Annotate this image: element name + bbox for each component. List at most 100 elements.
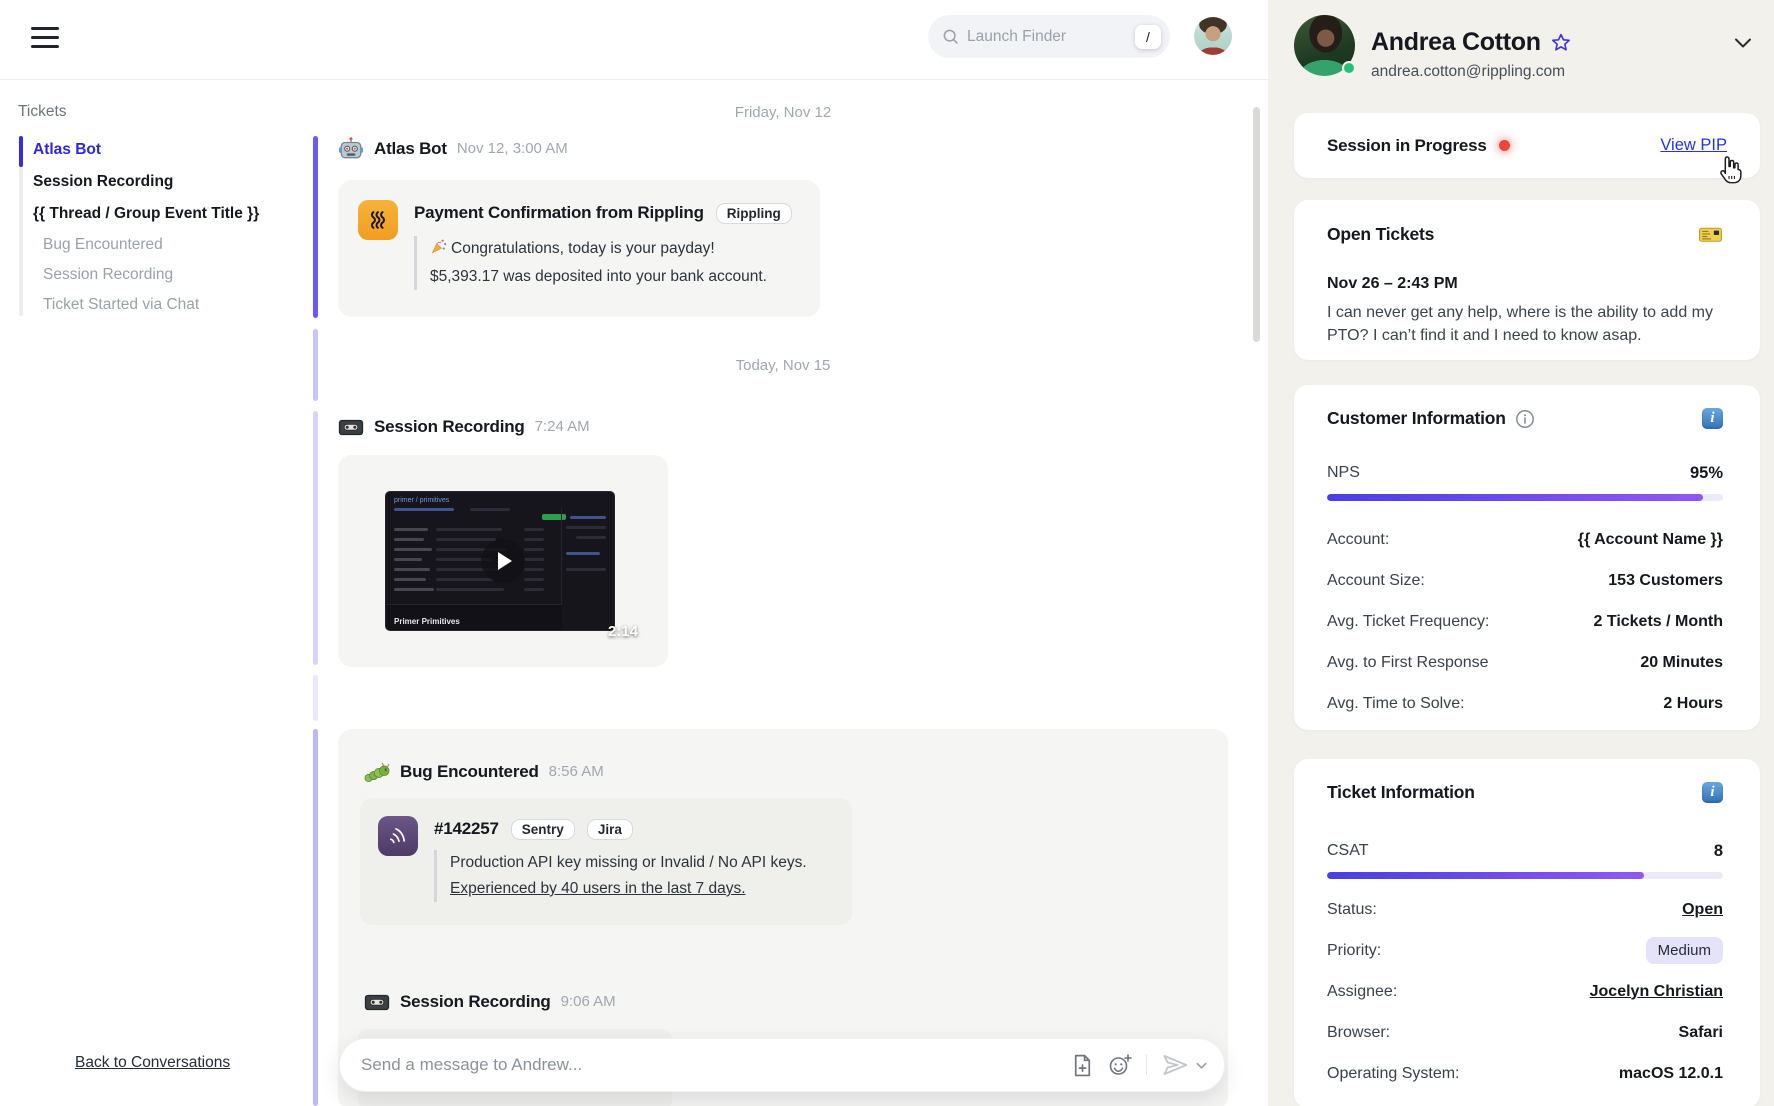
- video-thumbnail[interactable]: primer / primitives Primer Primitives: [358, 475, 648, 647]
- priority-badge: Medium: [1646, 937, 1723, 964]
- message-header: Session Recording 9:06 AM: [364, 988, 616, 1015]
- row-value: Safari: [1679, 1024, 1723, 1042]
- info-badge-icon: [1702, 782, 1723, 803]
- session-card: Session in Progress View PIP: [1294, 113, 1760, 178]
- session-title: Session in Progress: [1327, 136, 1487, 156]
- tickets-section-label: Tickets: [18, 103, 67, 121]
- row-label: Account:: [1327, 531, 1389, 549]
- chevron-down-icon[interactable]: [1195, 1059, 1208, 1072]
- row-label: Assignee:: [1327, 983, 1397, 1001]
- message-time: Nov 12, 3:00 AM: [457, 140, 568, 157]
- customer-information-card: Customer Information NPS 95% Account:{{ …: [1294, 385, 1760, 730]
- info-row: Avg. to First Response 20 Minutes: [1327, 642, 1723, 683]
- thread-line-segment: [313, 729, 318, 1106]
- row-value: macOS 12.0.1: [1619, 1065, 1723, 1083]
- message-sender: Session Recording: [400, 992, 551, 1012]
- customer-information-title: Customer Information: [1327, 408, 1506, 429]
- sidebar-active-indicator: [19, 136, 23, 167]
- view-pip-link[interactable]: View PIP: [1660, 136, 1727, 155]
- favorite-star-icon[interactable]: [1550, 32, 1572, 54]
- emoji-picker-icon[interactable]: [1107, 1052, 1133, 1078]
- sidebar-item-bug-encountered[interactable]: Bug Encountered: [33, 230, 283, 260]
- jira-badge: Jira: [587, 819, 633, 840]
- info-row: Priority:Medium: [1327, 930, 1723, 971]
- back-to-conversations-link[interactable]: Back to Conversations: [75, 1054, 230, 1072]
- sidebar-item-atlas-bot[interactable]: Atlas Bot: [33, 134, 283, 166]
- video-duration: 2:14: [608, 623, 638, 640]
- quote-line: $5,393.17 was deposited into your bank a…: [430, 264, 792, 290]
- tickets-icon: [1698, 224, 1723, 245]
- sentry-logo-icon: [378, 816, 418, 856]
- row-label: Account Size:: [1327, 572, 1425, 590]
- sidebar-item-ticket-started-via-chat[interactable]: Ticket Started via Chat: [33, 290, 283, 320]
- date-divider: Friday, Nov 12: [338, 104, 1228, 121]
- video-footer-title: Primer Primitives: [394, 617, 460, 626]
- message-time: 9:06 AM: [561, 993, 616, 1010]
- info-row: Account Size:153 Customers: [1327, 560, 1723, 601]
- send-icon[interactable]: [1160, 1052, 1190, 1078]
- ticket-information-card: Ticket Information CSAT 8 Status:Open Pr…: [1294, 759, 1760, 1106]
- csat-label: CSAT: [1327, 842, 1368, 860]
- sidebar-item-session-recording[interactable]: Session Recording: [33, 166, 283, 198]
- ticket-message-line: PTO? I can’t find it and I need to know …: [1327, 325, 1723, 348]
- composer-divider: [1146, 1055, 1147, 1075]
- info-row: Assignee: Jocelyn Christian: [1327, 971, 1723, 1012]
- info-row: Avg. Ticket Frequency:2 Tickets / Month: [1327, 601, 1723, 642]
- chevron-down-icon[interactable]: [1730, 30, 1756, 61]
- nps-label: NPS: [1327, 464, 1360, 482]
- play-icon[interactable]: [481, 539, 525, 583]
- row-value: 2 Hours: [1663, 695, 1723, 713]
- date-divider: Today, Nov 15: [338, 357, 1228, 374]
- live-red-dot: [1499, 140, 1510, 151]
- code-button: [542, 514, 566, 520]
- payment-confirmation-card: Payment Confirmation from Rippling Rippl…: [338, 180, 820, 317]
- menu-icon[interactable]: [31, 27, 59, 49]
- user-avatar[interactable]: [1194, 17, 1232, 55]
- tickets-list: Atlas Bot Session Recording {{ Thread / …: [33, 134, 283, 320]
- open-tickets-title: Open Tickets: [1327, 224, 1434, 245]
- ticket-timestamp: Nov 26 – 2:43 PM: [1327, 275, 1723, 293]
- info-badge-icon: [1702, 408, 1723, 429]
- row-label: Avg. to First Response: [1327, 654, 1489, 672]
- bug-quote: Production API key missing or Invalid / …: [434, 850, 807, 902]
- rippling-logo-icon: [358, 200, 398, 240]
- message-composer[interactable]: Send a message to Andrew...: [339, 1038, 1225, 1092]
- message-header: Atlas Bot Nov 12, 3:00 AM: [338, 135, 568, 162]
- attach-file-icon[interactable]: [1071, 1053, 1094, 1078]
- sentry-issue-card: #142257 Sentry Jira Production API key m…: [360, 798, 852, 925]
- vhs-cassette-icon: [364, 991, 390, 1013]
- row-value: 20 Minutes: [1640, 654, 1723, 672]
- ticket-information-title: Ticket Information: [1327, 782, 1475, 803]
- open-tickets-card: Open Tickets Nov 26 – 2:43 PM I can neve…: [1294, 200, 1760, 360]
- ticket-message-line: I can never get any help, where is the a…: [1327, 302, 1723, 325]
- pointer-cursor-icon: [1714, 155, 1744, 192]
- customer-avatar[interactable]: [1294, 15, 1355, 76]
- assignee-link[interactable]: Jocelyn Christian: [1590, 983, 1723, 1001]
- experienced-by-link[interactable]: Experienced by 40 users in the last 7 da…: [450, 880, 746, 897]
- message-header: Bug Encountered 8:56 AM: [364, 758, 604, 785]
- status-open-link[interactable]: Open: [1682, 901, 1723, 919]
- app: Launch Finder / Tickets Atlas Bot Sessio…: [0, 0, 1774, 1106]
- rippling-badge: Rippling: [716, 203, 792, 224]
- chat-scrollbar[interactable]: [1253, 107, 1260, 342]
- message-time: 8:56 AM: [549, 763, 604, 780]
- info-row: Avg. Time to Solve:2 Hours: [1327, 683, 1723, 724]
- sidebar-item-thread-group-title[interactable]: {{ Thread / Group Event Title }}: [33, 198, 283, 230]
- nps-value: 95%: [1690, 464, 1723, 483]
- slash-shortcut-key: /: [1135, 25, 1161, 49]
- message-sender: Atlas Bot: [374, 139, 447, 159]
- info-row: Operating System: macOS 12.0.1: [1327, 1053, 1723, 1094]
- party-popper-icon: [430, 238, 447, 264]
- sidebar-item-session-recording-2[interactable]: Session Recording: [33, 260, 283, 290]
- message-header: Session Recording 7:24 AM: [338, 413, 590, 440]
- top-bar: Launch Finder /: [0, 0, 1268, 80]
- row-label: Operating System:: [1327, 1065, 1460, 1083]
- search-input[interactable]: Launch Finder /: [928, 15, 1170, 58]
- row-label: Avg. Ticket Frequency:: [1327, 613, 1489, 631]
- ticket-message: I can never get any help, where is the a…: [1327, 302, 1723, 347]
- message-sender: Bug Encountered: [400, 762, 539, 782]
- search-placeholder: Launch Finder: [967, 28, 1135, 46]
- online-status-dot: [1342, 61, 1356, 75]
- sentry-badge: Sentry: [511, 819, 575, 840]
- info-circle-icon[interactable]: [1515, 409, 1535, 429]
